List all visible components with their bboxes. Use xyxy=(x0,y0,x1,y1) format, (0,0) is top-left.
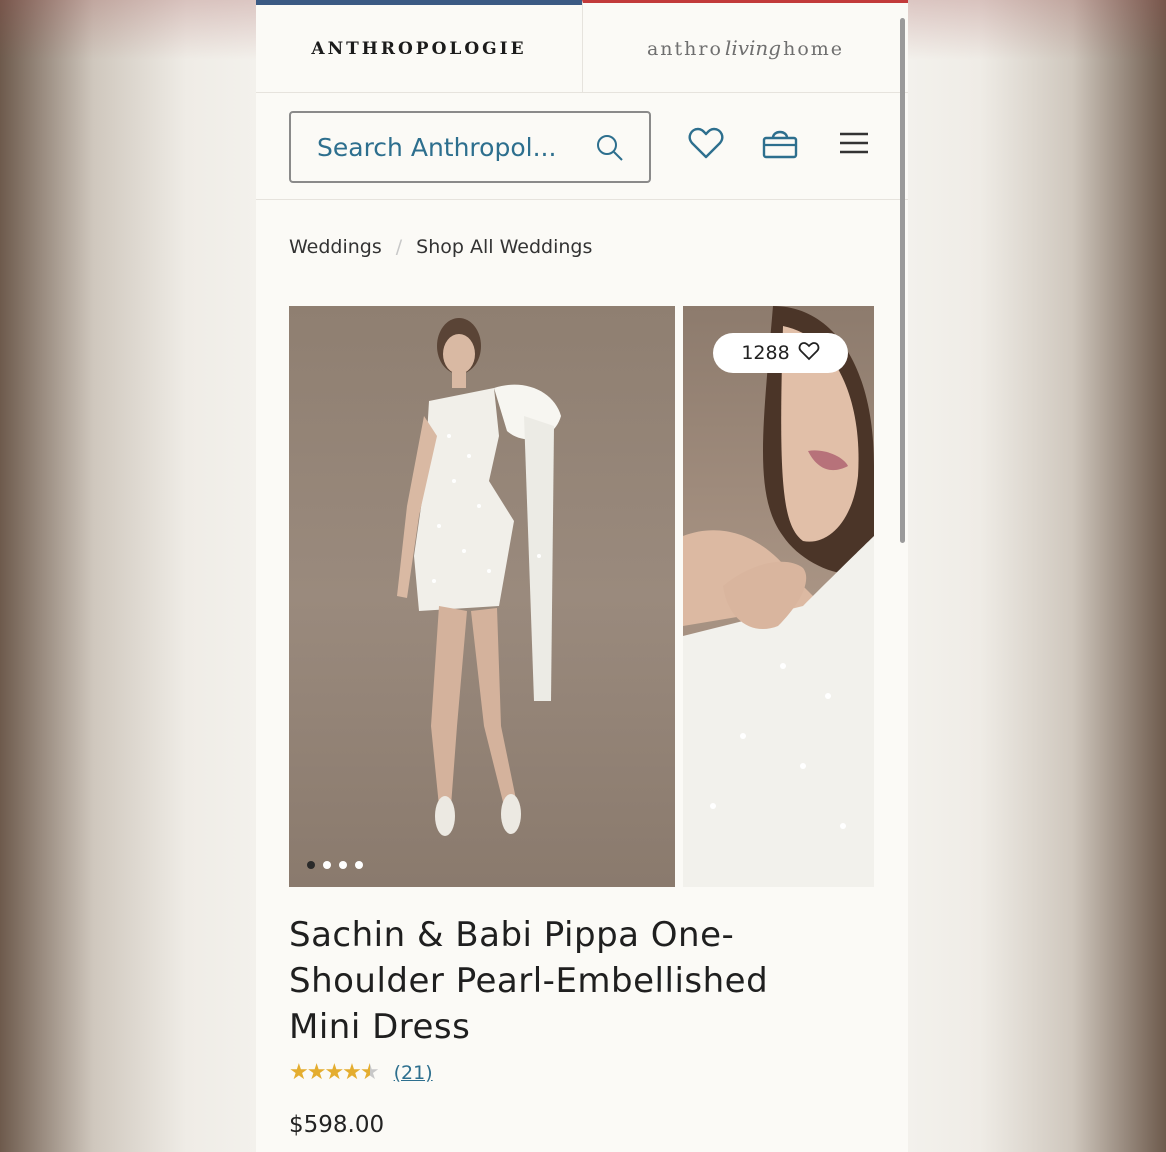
product-title: Sachin & Babi Pippa One-Shoulder Pearl-E… xyxy=(289,915,769,1047)
rating-stars-icon: ★★★★★ xyxy=(289,1060,380,1085)
wishlist-heart-icon[interactable] xyxy=(688,126,724,164)
product-rating: ★★★★★ (21) xyxy=(289,1060,433,1085)
model-closeup-illustration xyxy=(683,306,874,887)
review-count-link[interactable]: (21) xyxy=(394,1062,433,1084)
carousel-pagination xyxy=(307,861,363,869)
scrollbar[interactable] xyxy=(900,18,905,543)
breadcrumb-link-weddings[interactable]: Weddings xyxy=(289,236,382,258)
brand-switcher: ANTHROPOLOGIE anthro living home xyxy=(256,0,908,93)
favorites-count: 1288 xyxy=(741,342,790,364)
search-placeholder: Search Anthropol... xyxy=(317,132,557,162)
menu-icon[interactable] xyxy=(839,131,869,159)
carousel-dot[interactable] xyxy=(307,861,315,869)
breadcrumb-separator: / xyxy=(395,236,403,258)
shopping-bag-icon[interactable] xyxy=(761,126,799,164)
product-image-detail[interactable]: 1288 xyxy=(683,306,874,887)
carousel-dot[interactable] xyxy=(323,861,331,869)
search-input[interactable]: Search Anthropol... xyxy=(289,111,651,183)
model-full-body-illustration xyxy=(397,318,561,836)
search-icon[interactable] xyxy=(595,133,625,167)
header-toolbar: Search Anthropol... xyxy=(256,93,908,200)
brand-tab-anthropologie[interactable]: ANTHROPOLOGIE xyxy=(256,0,582,92)
mobile-page: ANTHROPOLOGIE anthro living home Search … xyxy=(256,0,908,1152)
brand-anthropologie-label: ANTHROPOLOGIE xyxy=(311,38,527,59)
brand-anthroliving-logo: anthro living home xyxy=(646,35,845,60)
heart-outline-icon xyxy=(798,341,820,366)
breadcrumb: Weddings / Shop All Weddings xyxy=(289,236,592,258)
product-price: $598.00 xyxy=(289,1112,385,1138)
breadcrumb-link-shop-all-weddings[interactable]: Shop All Weddings xyxy=(416,236,592,258)
carousel-dot[interactable] xyxy=(339,861,347,869)
brand-tab-anthroliving-home[interactable]: anthro living home xyxy=(582,0,908,92)
favorites-count-badge[interactable]: 1288 xyxy=(713,333,848,373)
product-image-main[interactable] xyxy=(289,306,675,887)
carousel-dot[interactable] xyxy=(355,861,363,869)
